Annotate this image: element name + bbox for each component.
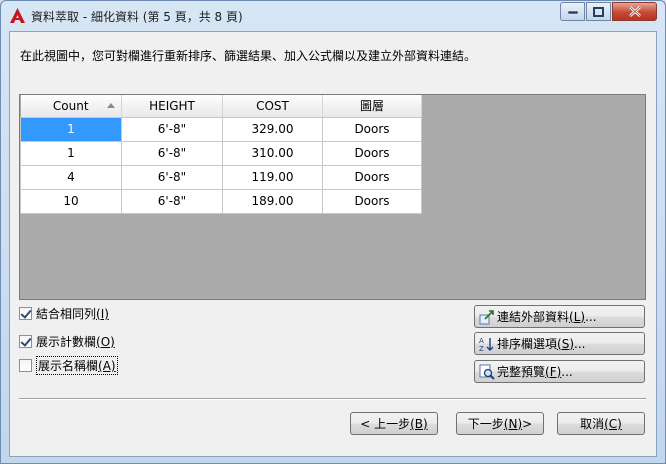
table-cell[interactable]: 4	[20, 164, 122, 190]
dialog-window: 資料萃取 - 細化資料 (第 5 頁，共 8 頁) 在此視圖中，您可對欄進行重新…	[0, 0, 666, 464]
table-cell[interactable]: Doors	[322, 164, 422, 190]
table-cell[interactable]: 119.00	[222, 164, 323, 190]
data-grid[interactable]: Count HEIGHT COST 圖層 1 6'-8" 329.00 Door…	[19, 94, 646, 300]
link-external-data-button[interactable]: 連結外部資料 (L)...	[474, 305, 645, 328]
back-button[interactable]: < 上一步 (B)	[350, 412, 438, 435]
data-table: Count HEIGHT COST 圖層 1 6'-8" 329.00 Door…	[20, 95, 422, 214]
full-preview-button[interactable]: 完整預覽 (F)...	[474, 360, 645, 383]
table-cell[interactable]: Doors	[322, 116, 422, 142]
minimize-button[interactable]	[560, 2, 585, 21]
table-cell[interactable]: 329.00	[222, 116, 323, 142]
checkbox-box[interactable]	[19, 307, 32, 320]
title-bar[interactable]: 資料萃取 - 細化資料 (第 5 頁，共 8 頁)	[1, 1, 665, 31]
column-header-count[interactable]: Count	[20, 95, 122, 118]
sort-columns-button[interactable]: A Z 排序欄選項 (S)...	[474, 332, 645, 355]
next-button[interactable]: 下一步 (N) >	[456, 412, 544, 435]
window-title: 資料萃取 - 細化資料 (第 5 頁，共 8 頁)	[31, 10, 243, 24]
checkbox-box[interactable]	[19, 359, 32, 372]
sort-az-icon: A Z	[479, 337, 494, 352]
focus-label: 展示名稱欄(A)	[36, 356, 118, 375]
close-icon	[628, 6, 641, 17]
show-count-checkbox[interactable]: 展示計數欄 (O)	[19, 333, 115, 350]
table-row[interactable]: 1 6'-8" 329.00 Doors	[20, 116, 422, 142]
column-header-height[interactable]: HEIGHT	[121, 95, 223, 118]
table-cell[interactable]: 189.00	[222, 188, 323, 214]
column-header-cost[interactable]: COST	[222, 95, 323, 118]
close-button[interactable]	[612, 2, 657, 21]
table-row[interactable]: 4 6'-8" 119.00 Doors	[20, 164, 422, 190]
table-cell[interactable]: 6'-8"	[121, 140, 223, 166]
checkbox-box[interactable]	[19, 335, 32, 348]
cancel-button[interactable]: 取消 (C)	[557, 412, 645, 435]
table-cell[interactable]: Doors	[322, 188, 422, 214]
column-header-layer[interactable]: 圖層	[322, 95, 422, 118]
table-cell[interactable]: 1	[20, 116, 122, 142]
footer-separator	[19, 398, 646, 400]
table-cell[interactable]: 1	[20, 140, 122, 166]
table-cell[interactable]: 10	[20, 188, 122, 214]
minimize-icon	[567, 10, 578, 14]
table-cell[interactable]: 310.00	[222, 140, 323, 166]
maximize-icon	[593, 6, 604, 17]
dialog-content: 在此視圖中，您可對欄進行重新排序、篩選結果、加入公式欄以及建立外部資料連結。 C…	[9, 31, 657, 457]
svg-text:Z: Z	[479, 345, 484, 352]
table-cell[interactable]: 6'-8"	[121, 164, 223, 190]
table-cell[interactable]: 6'-8"	[121, 116, 223, 142]
description-text: 在此視圖中，您可對欄進行重新排序、篩選結果、加入公式欄以及建立外部資料連結。	[20, 49, 477, 63]
maximize-button[interactable]	[586, 2, 611, 21]
table-row[interactable]: 1 6'-8" 310.00 Doors	[20, 140, 422, 166]
table-row[interactable]: 10 6'-8" 189.00 Doors	[20, 188, 422, 214]
combine-rows-checkbox[interactable]: 結合相同列 (I)	[19, 305, 109, 322]
svg-text:A: A	[479, 337, 484, 345]
show-name-checkbox[interactable]: 展示名稱欄(A)	[19, 356, 118, 375]
table-cell[interactable]: Doors	[322, 140, 422, 166]
link-external-data-icon	[479, 309, 494, 324]
magnifier-preview-icon	[479, 364, 495, 380]
table-cell[interactable]: 6'-8"	[121, 188, 223, 214]
autocad-app-icon[interactable]	[9, 7, 26, 24]
sort-ascending-icon	[107, 103, 115, 108]
